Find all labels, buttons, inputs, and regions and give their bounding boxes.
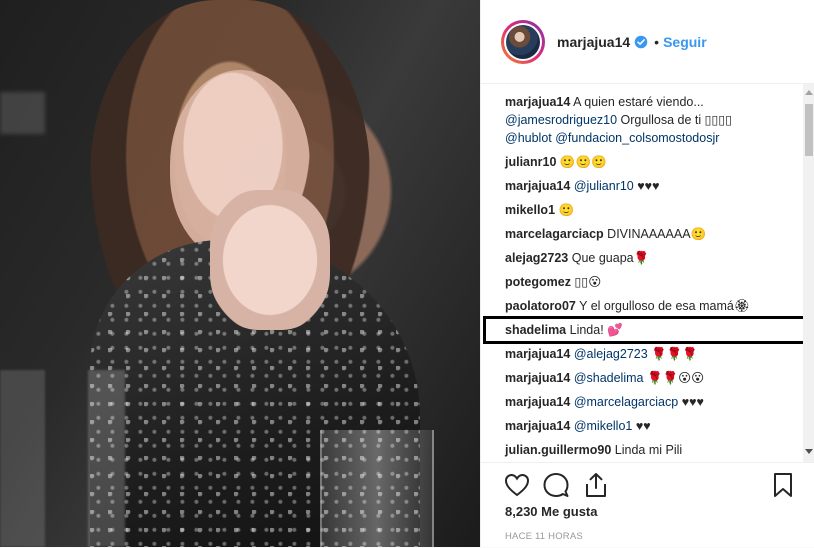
header-separator: • — [654, 33, 660, 50]
caption-mention-fundacion[interactable]: @fundacion_colsomostodosjr — [555, 131, 719, 145]
comment-mention[interactable]: @marcelagarciacp — [574, 395, 678, 409]
comment-mention[interactable]: @julianr10 — [574, 179, 634, 193]
share-icon[interactable] — [582, 471, 610, 499]
list-item: alejag2723 Que guapa🌹 — [505, 249, 649, 267]
comment-username[interactable]: paolatoro07 — [505, 299, 576, 313]
comments-list[interactable]: marjajua14 A quien estaré viendo... @jam… — [481, 84, 814, 462]
list-item: paolatoro07 Y el orgulloso de esa mamá🏵 — [505, 297, 750, 315]
comment-highlight-box — [483, 316, 809, 344]
comment-mention[interactable]: @shadelima — [574, 371, 644, 385]
caption-text: A quien estaré viendo... — [573, 95, 704, 109]
comment-text: 🌹🌹🌹 — [651, 347, 698, 361]
list-item: marjajua14 @alejag2723 🌹🌹🌹 — [505, 345, 698, 363]
comment-mention[interactable]: @mikello1 — [574, 419, 633, 433]
comment-username[interactable]: julianr10 — [505, 155, 556, 169]
comment-text: ▯▯😮 — [574, 275, 602, 289]
post-side-panel: marjajua14 • Seguir marjajua14 A quien e… — [480, 0, 814, 547]
caption-line-3: @hublot @fundacion_colsomostodosjr — [505, 129, 719, 147]
caption-mention[interactable]: @jamesrodriguez10 — [505, 113, 617, 127]
caption-line-2: @jamesrodriguez10 Orgullosa de ti ▯▯▯▯ — [505, 111, 732, 129]
post-actions: 8,230 Me gusta HACE 11 HORAS — [481, 462, 814, 548]
comment-text: 🙂 — [558, 203, 575, 217]
comment-text: ♥♥♥ — [637, 179, 660, 193]
comment-text: Que guapa🌹 — [571, 251, 650, 265]
comment-text: Linda mi Pili — [614, 443, 683, 457]
comment-mention[interactable]: @alejag2723 — [574, 347, 648, 361]
photo-subject-hands — [210, 190, 330, 330]
comments-scrollbar[interactable] — [803, 84, 814, 462]
comment-username[interactable]: marjajua14 — [505, 371, 570, 385]
post-photo[interactable] — [0, 0, 480, 547]
comment-username[interactable]: alejag2723 — [505, 251, 568, 265]
avatar-story-ring[interactable] — [501, 19, 545, 64]
post-timestamp[interactable]: HACE 11 HORAS — [505, 531, 583, 542]
photo-foreground-logo — [0, 370, 160, 547]
scrollbar-thumb[interactable] — [805, 104, 813, 156]
post-header: marjajua14 • Seguir — [481, 0, 814, 84]
heart-icon[interactable] — [503, 471, 531, 499]
comment-text: DIVINAAAAAA🙂 — [607, 227, 707, 241]
avatar[interactable] — [504, 22, 542, 61]
avatar-image — [506, 24, 540, 59]
list-item: marcelagarciacp DIVINAAAAAA🙂 — [505, 225, 706, 243]
comment-text: ♥♥ — [635, 419, 651, 433]
caption-mention-hublot[interactable]: @hublot — [505, 131, 552, 145]
comment-text: ♥♥♥ — [681, 395, 704, 409]
list-item: marjajua14 @shadelima 🌹🌹😮😮 — [505, 369, 704, 387]
scroll-up-arrow-icon[interactable] — [805, 90, 813, 95]
comment-username[interactable]: marcelagarciacp — [505, 227, 604, 241]
header-username[interactable]: marjajua14 — [557, 34, 630, 50]
likes-count[interactable]: 8,230 Me gusta — [505, 504, 598, 519]
comment-text: 🙂🙂🙂 — [559, 155, 607, 169]
caption-text-2: Orgullosa de ti ▯▯▯▯ — [620, 113, 733, 127]
caption-line-1: marjajua14 A quien estaré viendo... — [505, 93, 704, 111]
list-item: marjajua14 @mikello1 ♥♥ — [505, 417, 651, 435]
comment-username[interactable]: marjajua14 — [505, 347, 570, 361]
comment-username[interactable]: marjajua14 — [505, 419, 570, 433]
photo-water-glass — [320, 430, 434, 547]
follow-button[interactable]: Seguir — [663, 34, 707, 50]
scroll-down-arrow-icon[interactable] — [805, 449, 813, 454]
comment-text: Y el orgulloso de esa mamá🏵 — [579, 299, 750, 313]
comment-username[interactable]: potegomez — [505, 275, 571, 289]
list-item: julian.guillermo90 Linda mi Pili — [505, 441, 682, 459]
verified-badge-icon — [634, 35, 648, 49]
comment-username[interactable]: marjajua14 — [505, 179, 570, 193]
list-item: potegomez ▯▯😮 — [505, 273, 601, 291]
list-item: mikello1 🙂 — [505, 201, 574, 219]
comment-text: 🌹🌹😮😮 — [646, 371, 705, 385]
list-item: marjajua14 @julianr10 ♥♥♥ — [505, 177, 660, 195]
comment-icon[interactable] — [542, 471, 570, 499]
comment-username[interactable]: mikello1 — [505, 203, 555, 217]
comment-username[interactable]: marjajua14 — [505, 395, 570, 409]
caption-username[interactable]: marjajua14 — [505, 95, 570, 109]
list-item: marjajua14 @marcelagarciacp ♥♥♥ — [505, 393, 704, 411]
comment-username[interactable]: julian.guillermo90 — [505, 443, 611, 457]
bookmark-icon[interactable] — [769, 471, 797, 499]
list-item: julianr10 🙂🙂🙂 — [505, 153, 607, 171]
background-logo-fragment — [0, 92, 45, 134]
